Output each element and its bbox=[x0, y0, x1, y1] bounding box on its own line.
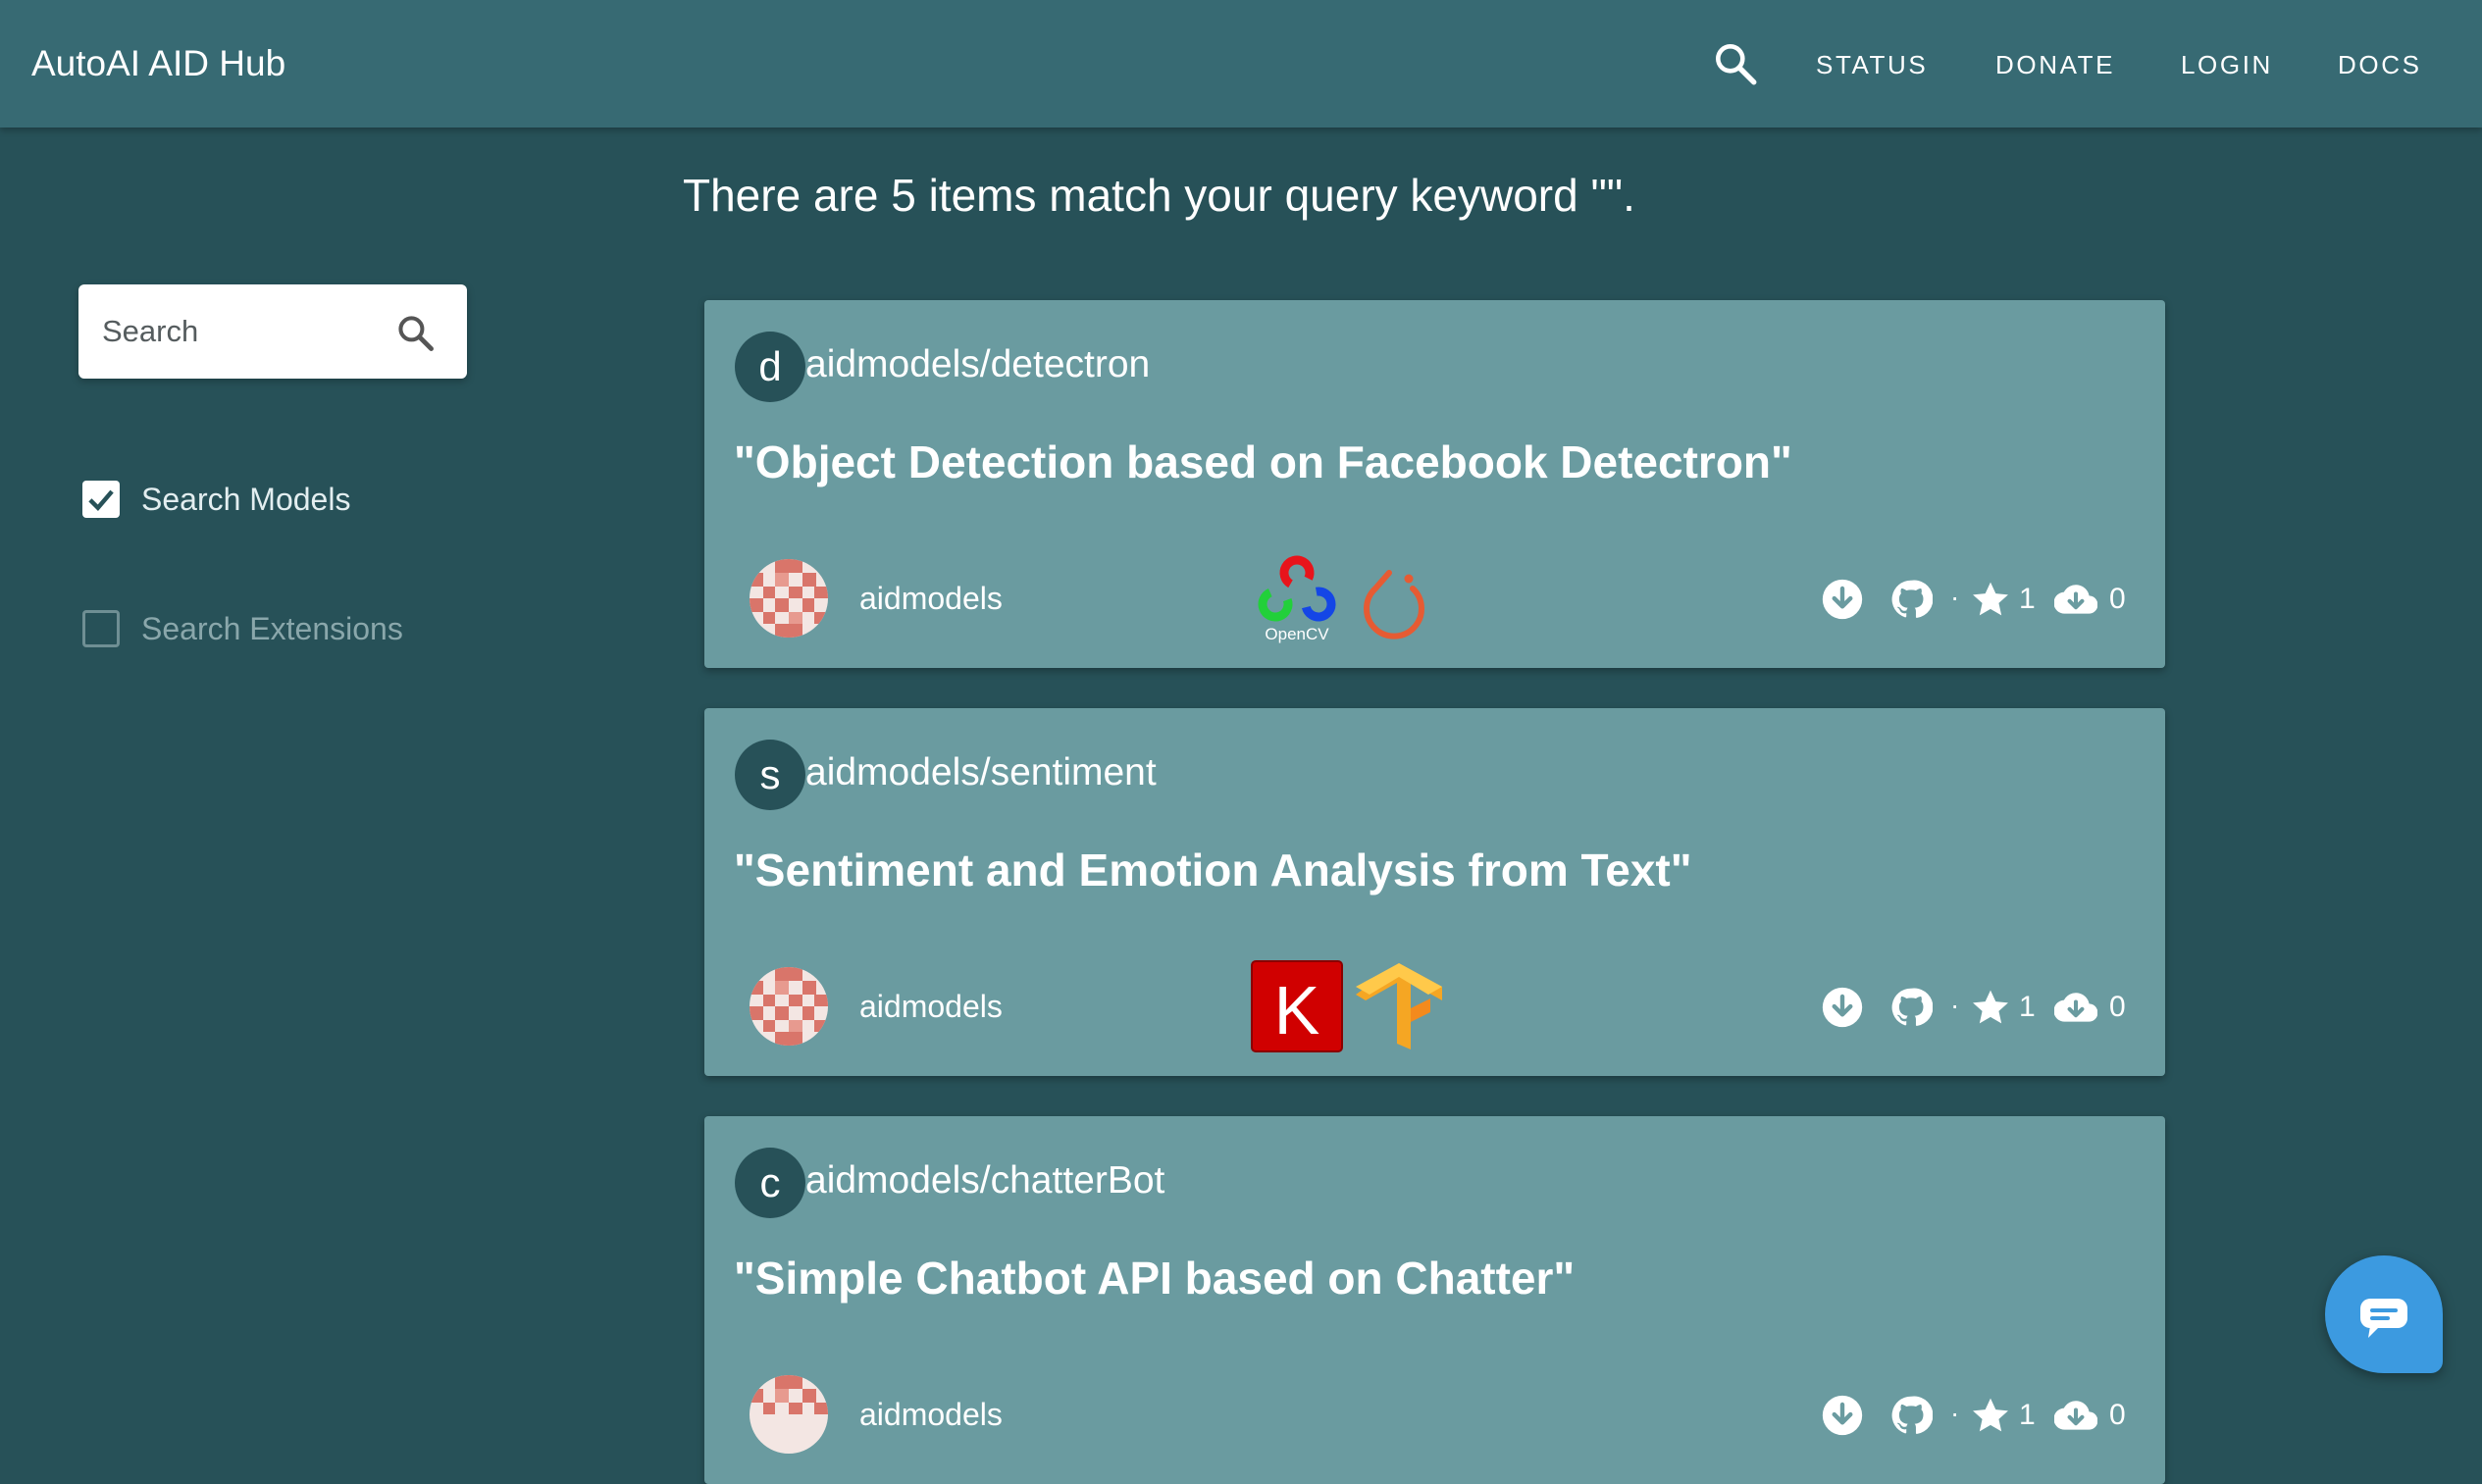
star-count: 1 bbox=[2019, 1399, 2036, 1431]
download-icon[interactable] bbox=[1821, 986, 1864, 1029]
star-count: 1 bbox=[2019, 583, 2036, 615]
star-icon[interactable] bbox=[1969, 578, 2012, 621]
model-description: "Simple Chatbot API based on Chatter" bbox=[734, 1253, 1576, 1304]
cloud-download-icon bbox=[2054, 1401, 2097, 1430]
app-title[interactable]: AutoAI AID Hub bbox=[31, 0, 285, 128]
filter-label: Search Extensions bbox=[141, 611, 403, 646]
search-icon[interactable] bbox=[1711, 39, 1760, 88]
keras-label: K bbox=[1274, 972, 1320, 1049]
download-count: 0 bbox=[2109, 1399, 2126, 1431]
owner-avatar bbox=[750, 1375, 828, 1454]
separator-dot: · bbox=[1950, 582, 1960, 612]
owner-name[interactable]: aidmodels bbox=[859, 1393, 1003, 1436]
keras-logo: K bbox=[1251, 960, 1343, 1052]
separator-dot: · bbox=[1950, 990, 1960, 1020]
search-icon[interactable] bbox=[394, 312, 438, 355]
github-icon[interactable] bbox=[1889, 1394, 1933, 1437]
owner-name[interactable]: aidmodels bbox=[859, 577, 1003, 620]
download-count: 0 bbox=[2109, 583, 2126, 615]
nav-donate[interactable]: DONATE bbox=[1995, 0, 2115, 128]
owner-name[interactable]: aidmodels bbox=[859, 985, 1003, 1028]
repo-letter-avatar: d bbox=[735, 332, 805, 402]
model-card[interactable]: d aidmodels/detectron "Object Detection … bbox=[704, 300, 2165, 668]
cloud-download-icon bbox=[2054, 993, 2097, 1022]
nav-status[interactable]: STATUS bbox=[1816, 0, 1928, 128]
checkbox-checked-icon[interactable] bbox=[82, 481, 120, 518]
pytorch-logo bbox=[1364, 570, 1424, 640]
download-icon[interactable] bbox=[1821, 1394, 1864, 1437]
repo-name[interactable]: aidmodels/sentiment bbox=[805, 747, 1157, 798]
nav-login[interactable]: LOGIN bbox=[2181, 0, 2273, 128]
model-card[interactable]: c aidmodels/chatterBot "Simple Chatbot A… bbox=[704, 1116, 2165, 1484]
github-icon[interactable] bbox=[1889, 986, 1933, 1029]
github-icon[interactable] bbox=[1889, 578, 1933, 621]
search-input[interactable] bbox=[102, 302, 396, 361]
opencv-label: OpenCV bbox=[1265, 625, 1329, 643]
checkbox-unchecked-icon[interactable] bbox=[82, 610, 120, 647]
repo-letter-avatar: s bbox=[735, 740, 805, 810]
model-description: "Sentiment and Emotion Analysis from Tex… bbox=[734, 844, 1692, 896]
download-icon[interactable] bbox=[1821, 578, 1864, 621]
filter-label: Search Models bbox=[141, 482, 351, 517]
model-card[interactable]: s aidmodels/sentiment "Sentiment and Emo… bbox=[704, 708, 2165, 1076]
chat-button[interactable] bbox=[2325, 1255, 2443, 1373]
repo-name[interactable]: aidmodels/detectron bbox=[805, 339, 1150, 390]
nav-docs[interactable]: DOCS bbox=[2338, 0, 2422, 128]
chat-icon bbox=[2360, 1299, 2407, 1338]
owner-avatar bbox=[750, 559, 828, 638]
owner-avatar bbox=[750, 967, 828, 1046]
app-bar: AutoAI AID Hub STATUS DONATE LOGIN DOCS bbox=[0, 0, 2482, 128]
tensorflow-logo bbox=[1356, 963, 1442, 1049]
cloud-download-icon bbox=[2054, 585, 2097, 614]
repo-letter-avatar: c bbox=[735, 1148, 805, 1218]
star-count: 1 bbox=[2019, 991, 2036, 1023]
model-description: "Object Detection based on Facebook Dete… bbox=[734, 436, 1792, 487]
star-icon[interactable] bbox=[1969, 1394, 2012, 1437]
results-heading: There are 5 items match your query keywo… bbox=[683, 170, 1635, 221]
download-count: 0 bbox=[2109, 991, 2126, 1023]
repo-name[interactable]: aidmodels/chatterBot bbox=[805, 1155, 1164, 1206]
opencv-logo: OpenCV bbox=[1258, 555, 1336, 643]
separator-dot: · bbox=[1950, 1398, 1960, 1428]
star-icon[interactable] bbox=[1969, 986, 2012, 1029]
